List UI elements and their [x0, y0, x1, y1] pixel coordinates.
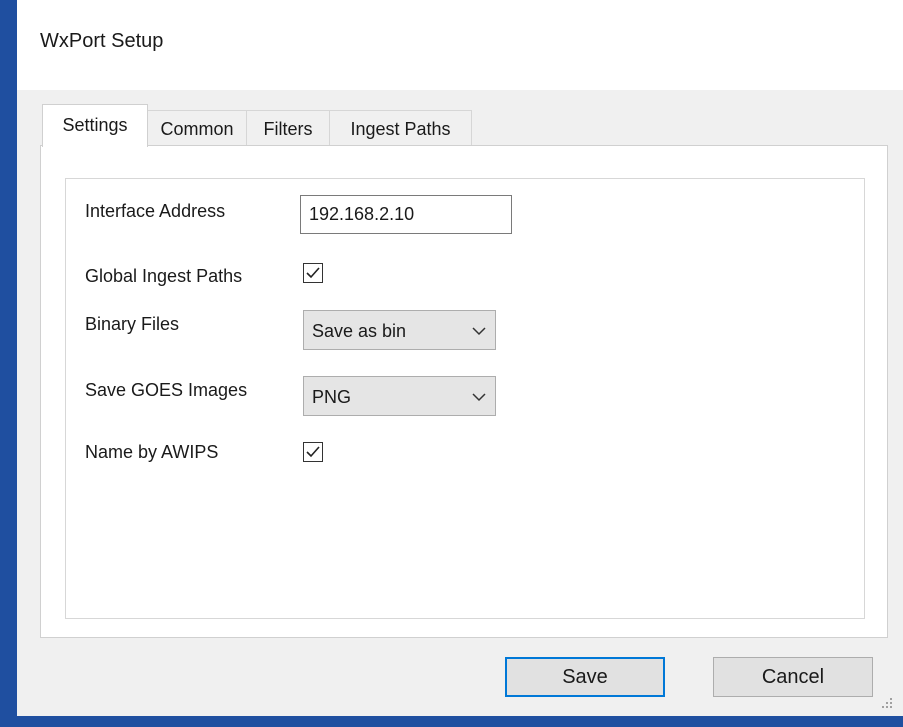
global-ingest-paths-checkbox[interactable]: [303, 263, 323, 283]
check-icon: [306, 267, 320, 279]
global-ingest-paths-label: Global Ingest Paths: [85, 266, 243, 286]
interface-address-label: Interface Address: [85, 201, 226, 221]
chevron-down-icon: [472, 393, 486, 402]
tab-settings[interactable]: Settings: [42, 104, 148, 147]
setup-dialog: WxPort Setup Settings Common Filters Ing…: [0, 0, 903, 727]
save-goes-images-selected: PNG: [312, 387, 352, 407]
tab-ingest-paths[interactable]: Ingest Paths: [329, 110, 472, 146]
interface-address-input[interactable]: 192.168.2.10: [300, 195, 512, 234]
binary-files-dropdown[interactable]: Save as bin: [303, 310, 496, 350]
window-left-border: [0, 0, 17, 727]
save-goes-images-dropdown[interactable]: PNG: [303, 376, 496, 416]
binary-files-selected: Save as bin: [312, 321, 407, 341]
window-bottom-border: [0, 716, 903, 727]
settings-tab-panel: Interface Address 192.168.2.10 Global In…: [40, 145, 888, 638]
title-bar[interactable]: WxPort Setup: [17, 0, 903, 90]
tab-filters[interactable]: Filters: [246, 110, 330, 146]
tab-common[interactable]: Common: [147, 110, 247, 146]
save-goes-images-label: Save GOES Images: [85, 380, 248, 400]
binary-files-label: Binary Files: [85, 314, 180, 334]
window-title: WxPort Setup: [40, 30, 164, 52]
chevron-down-icon: [472, 327, 486, 336]
check-icon: [306, 446, 320, 458]
resize-grip-icon[interactable]: [880, 696, 894, 710]
cancel-button[interactable]: Cancel: [713, 657, 873, 697]
save-button[interactable]: Save: [505, 657, 665, 697]
name-by-awips-label: Name by AWIPS: [85, 442, 219, 462]
name-by-awips-checkbox[interactable]: [303, 442, 323, 462]
